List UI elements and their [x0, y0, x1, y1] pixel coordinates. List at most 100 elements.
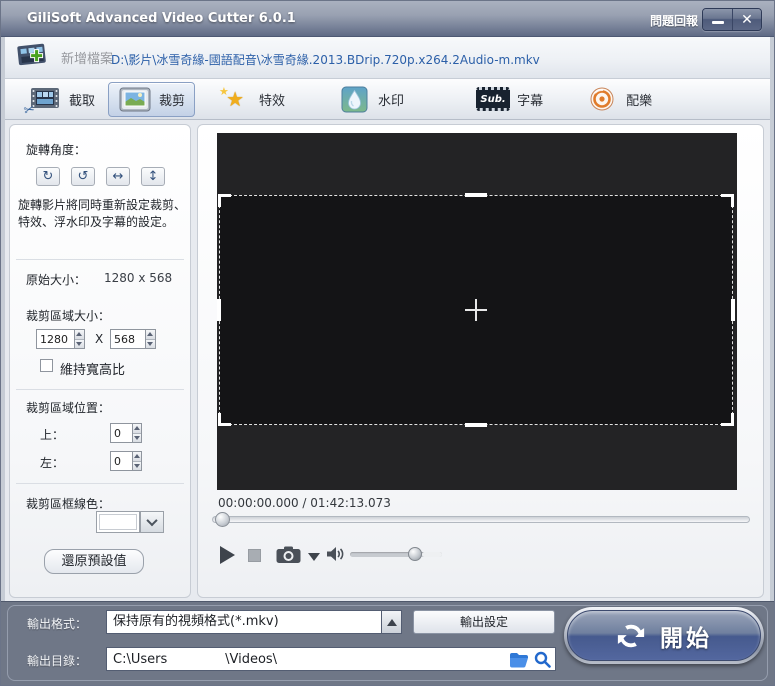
tab-effects-label: 特效 [259, 93, 286, 109]
crop-position-label: 裁剪區域位置： [26, 401, 111, 415]
add-file-icon [17, 43, 46, 66]
position-top-up-button[interactable] [133, 424, 141, 433]
tab-effects[interactable]: ★ ★ 特效 [209, 82, 294, 117]
seek-bar[interactable] [212, 512, 750, 527]
position-top-label: 上： [40, 428, 65, 442]
crop-height-up-button[interactable] [145, 330, 155, 339]
position-left-down-button[interactable] [133, 460, 141, 470]
start-button[interactable]: 開始 [564, 607, 764, 664]
output-format-dropdown-button[interactable] [382, 610, 402, 634]
volume-track-remainder [422, 552, 442, 557]
position-top-spinner [110, 423, 142, 443]
seek-thumb[interactable] [215, 512, 230, 527]
crop-handle-top-right[interactable] [721, 194, 734, 207]
flip-vertical-button[interactable]: ↕ [141, 167, 165, 186]
tab-cut-label: 截取 [69, 93, 96, 109]
speaker-badge-icon [585, 85, 619, 113]
position-left-spin-buttons [132, 451, 142, 471]
minimize-button[interactable] [703, 9, 732, 30]
app-window: GiliSoft Advanced Video Cutter 6.0.1 問題回… [0, 0, 775, 686]
tab-subtitle-label: 字幕 [517, 93, 544, 109]
output-dir-input[interactable] [107, 648, 495, 671]
tab-music-label: 配樂 [626, 93, 653, 109]
tab-music[interactable]: 配樂 [576, 82, 661, 117]
crop-handle-top[interactable] [465, 193, 487, 197]
divider [16, 389, 184, 390]
tab-cut[interactable]: ✂ 截取 [19, 82, 104, 119]
crop-handle-bottom[interactable] [465, 423, 487, 427]
position-left-up-button[interactable] [133, 452, 141, 461]
output-settings-button[interactable]: 輸出設定 [413, 610, 555, 634]
border-color-dropdown-button[interactable] [140, 511, 164, 533]
rotate-ccw-icon: ↺ [77, 169, 89, 184]
add-file-button[interactable]: 新增檔案 [17, 42, 113, 72]
crop-width-down-button[interactable] [74, 338, 84, 348]
add-file-label: 新增檔案 [61, 51, 114, 67]
small-star-icon: ★ [219, 85, 229, 98]
down-arrow-icon [134, 435, 141, 440]
flip-horizontal-icon: ↔ [112, 169, 124, 184]
start-label: 開始 [660, 625, 712, 652]
size-times-label: X [95, 332, 104, 346]
crop-height-down-button[interactable] [145, 338, 155, 348]
open-folder-search-button[interactable] [534, 651, 551, 668]
browse-folder-button[interactable] [509, 652, 529, 668]
crop-handle-right[interactable] [731, 299, 735, 321]
down-arrow-icon [147, 341, 154, 346]
title-bar[interactable]: GiliSoft Advanced Video Cutter 6.0.1 問題回… [1, 1, 774, 37]
crop-handle-left[interactable] [217, 299, 221, 321]
stars-icon: ★ ★ [218, 85, 252, 113]
output-format-combobox[interactable]: 保持原有的視頻格式(*.mkv) [106, 610, 382, 634]
film-scissors-icon: ✂ [22, 85, 62, 119]
stop-button[interactable] [248, 549, 261, 562]
play-button[interactable] [220, 546, 235, 564]
tab-crop-label: 裁剪 [159, 93, 186, 109]
crop-settings-panel: 旋轉角度： ↻ ↺ ↔ ↕ 旋轉影片將同時重新設定裁剪、特效、浮水印及字幕的設定… [9, 124, 191, 598]
flip-horizontal-button[interactable]: ↔ [106, 167, 130, 186]
down-arrow-icon [134, 463, 141, 468]
subtitle-film-icon: Sub. [476, 85, 511, 113]
crop-handle-bottom-right[interactable] [721, 413, 734, 426]
crop-handle-bottom-left[interactable] [218, 413, 231, 426]
rotate-cw-icon: ↻ [42, 169, 54, 184]
tab-watermark[interactable]: 水印 [328, 82, 413, 117]
up-arrow-icon [147, 332, 154, 337]
close-button[interactable]: ✕ [732, 9, 761, 30]
rotate-ccw-button[interactable]: ↺ [71, 167, 95, 186]
crop-center-cross[interactable] [475, 299, 477, 321]
keep-aspect-checkbox[interactable] [40, 359, 53, 372]
border-color-swatch[interactable] [96, 511, 140, 533]
original-size-value: 1280 x 568 [104, 271, 173, 285]
tab-crop[interactable]: 裁剪 [108, 81, 196, 117]
snapshot-button[interactable] [276, 546, 301, 564]
up-arrow-icon [76, 332, 83, 337]
tab-subtitle[interactable]: Sub. 字幕 [467, 82, 552, 117]
position-left-input[interactable] [110, 451, 133, 471]
divider [16, 483, 184, 484]
mute-button[interactable] [326, 546, 345, 562]
reset-defaults-button[interactable]: 還原預設值 [44, 549, 144, 574]
water-drop-icon [337, 85, 371, 113]
crop-handle-top-left[interactable] [218, 194, 231, 207]
crop-height-input[interactable] [110, 329, 145, 349]
minimize-icon [711, 21, 724, 24]
crop-height-spinner [110, 329, 156, 349]
crop-width-spin-buttons [73, 329, 85, 349]
rotate-note: 旋轉影片將同時重新設定裁剪、特效、浮水印及字幕的設定。 [18, 198, 187, 229]
position-top-spin-buttons [132, 423, 142, 443]
position-top-down-button[interactable] [133, 432, 141, 442]
position-top-input[interactable] [110, 423, 133, 443]
crop-width-up-button[interactable] [74, 330, 84, 339]
crop-width-spinner [36, 329, 85, 349]
rotate-angle-label: 旋轉角度： [26, 143, 87, 157]
rotate-cw-button[interactable]: ↻ [36, 167, 60, 186]
feedback-link[interactable]: 問題回報 [650, 12, 698, 29]
volume-thumb[interactable] [408, 547, 422, 561]
volume-slider[interactable] [350, 547, 442, 561]
toolbar: 新增檔案 D:\影片\冰雪奇緣-國語配音\冰雪奇緣.2013.BDrip.720… [5, 37, 770, 79]
crop-region[interactable] [217, 193, 735, 427]
crop-width-input[interactable] [36, 329, 74, 349]
sub-chip-label: Sub. [476, 87, 511, 111]
snapshot-menu-button[interactable] [308, 553, 320, 561]
video-preview[interactable] [217, 133, 737, 490]
